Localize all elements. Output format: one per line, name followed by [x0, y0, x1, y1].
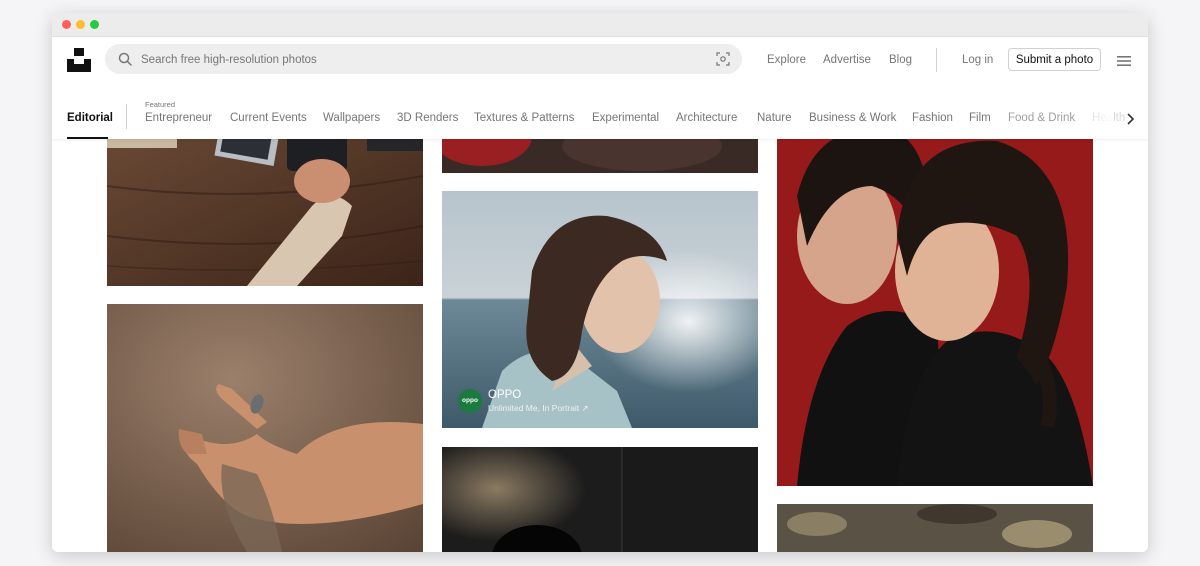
submit-photo-button[interactable]: Submit a photo [1008, 48, 1101, 71]
featured-label: Featured [145, 100, 176, 109]
photo-dark-silhouette[interactable] [442, 447, 758, 552]
window-titlebar [52, 13, 1148, 37]
tab-architecture[interactable]: Architecture [676, 112, 737, 124]
photo-hands-phone-desk[interactable] [107, 126, 423, 286]
tab-food-drink[interactable]: Food & Drink [1008, 112, 1075, 124]
nav-blog-link[interactable]: Blog [889, 54, 912, 66]
tab-entrepreneur[interactable]: Entrepreneur [145, 112, 212, 124]
tabs-fade-overlay [1084, 105, 1114, 135]
visual-search-icon[interactable] [716, 52, 730, 66]
tab-experimental[interactable]: Experimental [592, 112, 659, 124]
unsplash-logo-icon[interactable] [67, 48, 91, 72]
nav-divider [936, 48, 937, 72]
hamburger-menu-icon[interactable] [1116, 54, 1132, 66]
sponsored-photo-oppo-portrait[interactable]: oppo OPPO Unlimited Me, In Portrait ↗ [442, 191, 758, 428]
tab-business-work[interactable]: Business & Work [809, 112, 896, 124]
minimize-window-button[interactable] [76, 20, 85, 29]
active-tab-indicator [67, 137, 108, 139]
search-input[interactable] [139, 44, 703, 76]
sponsor-name: OPPO [488, 389, 522, 401]
sponsor-tagline-link[interactable]: Unlimited Me, In Portrait ↗ [488, 403, 589, 414]
photo-mossy-texture[interactable] [777, 504, 1093, 552]
sponsor-avatar: oppo [458, 389, 482, 413]
tab-fashion[interactable]: Fashion [912, 112, 953, 124]
tab-editorial[interactable]: Editorial [67, 112, 113, 124]
tab-current-events[interactable]: Current Events [230, 112, 307, 124]
site-header: Explore Advertise Blog Log in Submit a p… [52, 37, 1148, 139]
tab-3d-renders[interactable]: 3D Renders [397, 112, 458, 124]
browser-window: Explore Advertise Blog Log in Submit a p… [52, 13, 1148, 552]
tab-wallpapers[interactable]: Wallpapers [323, 112, 380, 124]
login-link[interactable]: Log in [962, 54, 993, 66]
nav-explore-link[interactable]: Explore [767, 54, 806, 66]
photo-hand-sand[interactable] [107, 304, 423, 552]
topic-tabs: Editorial Featured Entrepreneur Current … [52, 85, 1148, 139]
search-icon[interactable] [118, 52, 132, 66]
search-bar [105, 44, 742, 76]
tab-film[interactable]: Film [969, 112, 991, 124]
tab-nature[interactable]: Nature [757, 112, 792, 124]
maximize-window-button[interactable] [90, 20, 99, 29]
chevron-right-icon[interactable] [1125, 112, 1135, 125]
close-window-button[interactable] [62, 20, 71, 29]
tab-textures-patterns[interactable]: Textures & Patterns [474, 112, 574, 124]
photo-two-women-red-backdrop[interactable] [777, 126, 1093, 486]
nav-advertise-link[interactable]: Advertise [823, 54, 871, 66]
tab-divider [126, 104, 127, 129]
